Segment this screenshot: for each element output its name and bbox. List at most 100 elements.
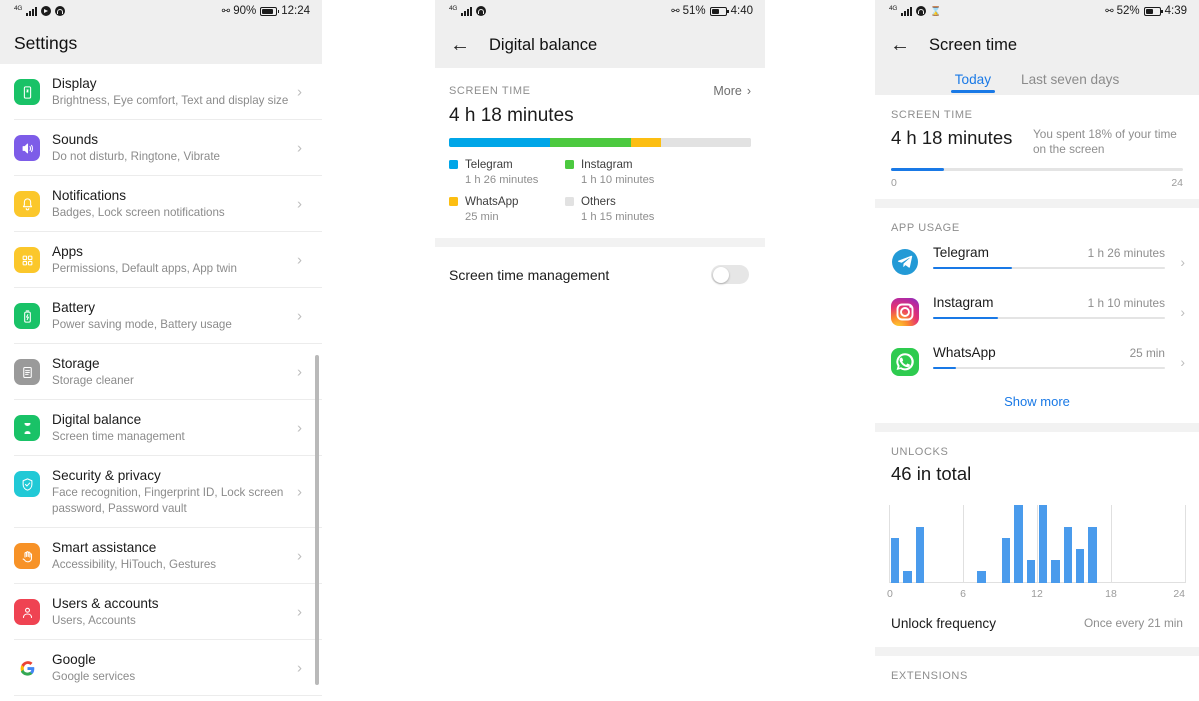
chevron-right-icon: › [746, 84, 751, 98]
statusbar-right: ⚯ 52% 4:39 [1105, 5, 1187, 17]
usage-segment-others [660, 138, 751, 147]
screen-time-note: You spent 18% of your time on the screen [1033, 127, 1177, 156]
screen-time-summary-card: SCREEN TIME 4 h 18 minutes You spent 18%… [875, 95, 1199, 199]
battery-percent-label: 52% [1116, 5, 1140, 17]
app-usage-main: Instagram 1 h 10 minutes [933, 295, 1183, 320]
chart-xtick-6: 6 [960, 587, 966, 600]
chart-bar [1038, 504, 1048, 583]
extensions-label: EXTENSIONS [891, 669, 968, 682]
chart-bar [903, 571, 912, 583]
page-title: Digital balance [489, 35, 598, 54]
section-divider [875, 198, 1199, 208]
app-usage-main: Telegram 1 h 26 minutes [933, 245, 1183, 270]
settings-item-apps[interactable]: Apps Permissions, Default apps, App twin › [14, 231, 322, 287]
app-usage-progress [933, 266, 1165, 270]
screen-time-card-header: SCREEN TIME More › [449, 84, 751, 98]
settings-item-text: Digital balance Screen time management [52, 411, 322, 445]
screen-time-progress [891, 168, 1183, 171]
chart-gridline-0 [889, 504, 890, 583]
chevron-right-icon: › [297, 363, 302, 380]
settings-item-subtitle: Do not disturb, Ringtone, Vibrate [52, 150, 220, 163]
legend-swatch-icon [449, 197, 458, 206]
whatsapp-icon [891, 347, 919, 376]
settings-item-title: Security & privacy [52, 468, 161, 483]
app-usage-head: Instagram 1 h 10 minutes [933, 295, 1165, 310]
key-icon: ⚯ [221, 5, 230, 17]
settings-item-display[interactable]: Display Brightness, Eye comfort, Text and… [14, 64, 322, 119]
settings-item-smart-assistance[interactable]: Smart assistance Accessibility, HiTouch, … [14, 527, 322, 583]
screentime-tabs: Today Last seven days [875, 68, 1199, 95]
screen-time-axis: 0 24 [891, 177, 1183, 189]
axis-min-label: 0 [891, 176, 897, 189]
settings-panel: 4G ⚯ 90% 12:24 Settings Display Brightnes… [0, 0, 322, 701]
balance-navbar: ← Digital balance [435, 22, 765, 68]
statusbar-left: 4G [449, 5, 487, 16]
legend-item-telegram: Telegram 1 h 26 minutes [449, 158, 565, 186]
users-accounts-icon [14, 599, 40, 625]
settings-item-users-accounts[interactable]: Users & accounts Users, Accounts › [14, 583, 322, 639]
page-title: Screen time [929, 35, 1018, 54]
headset-icon [476, 6, 487, 16]
settings-item-title: Smart assistance [52, 540, 157, 555]
settings-item-text: Google Google services [52, 651, 322, 685]
app-time: 1 h 10 minutes [1087, 295, 1165, 310]
settings-item-sounds[interactable]: Sounds Do not disturb, Ringtone, Vibrate › [14, 119, 322, 175]
tab-last-seven-days[interactable]: Last seven days [1019, 68, 1121, 95]
chevron-right-icon: › [1180, 353, 1185, 370]
show-more-button[interactable]: Show more [875, 384, 1199, 423]
battery-icon [709, 6, 729, 16]
app-usage-row-telegram[interactable]: Telegram 1 h 26 minutes › [891, 234, 1185, 284]
settings-list: Display Brightness, Eye comfort, Text and… [0, 64, 322, 701]
battery-percent-label: 90% [233, 5, 257, 17]
legend-item-name: Telegram [465, 158, 513, 171]
settings-scrollbar[interactable] [315, 355, 319, 685]
chevron-right-icon: › [297, 659, 302, 676]
legend-swatch-icon [449, 160, 458, 169]
settings-item-title: Digital balance [52, 412, 142, 427]
settings-item-storage[interactable]: Storage Storage cleaner › [14, 343, 322, 399]
settings-item-notifications[interactable]: Notifications Badges, Lock screen notific… [14, 175, 322, 231]
more-button[interactable]: More › [713, 84, 751, 98]
screen-time-management-toggle[interactable] [711, 265, 749, 284]
app-usage-row-whatsapp[interactable]: WhatsApp 25 min › [891, 334, 1185, 384]
screen-time-management-row[interactable]: Screen time management [435, 247, 765, 302]
settings-item-system[interactable]: SystemSystem navigation, Software update… [14, 695, 322, 701]
settings-item-digital-balance[interactable]: Digital balance Screen time management › [14, 399, 322, 455]
settings-item-text: Security & privacy Face recognition, Fing… [52, 467, 322, 517]
settings-item-subtitle: Face recognition, Fingerprint ID, Lock s… [52, 486, 284, 515]
chart-bar [1088, 526, 1097, 583]
app-time: 1 h 26 minutes [1087, 245, 1165, 260]
battery-icon [14, 303, 40, 329]
telegram-icon [891, 248, 919, 276]
unlock-frequency-value: Once every 21 min [1083, 616, 1183, 631]
google-icon [14, 655, 40, 681]
battery-icon [1143, 6, 1163, 16]
settings-item-text: Apps Permissions, Default apps, App twin [52, 243, 322, 277]
settings-item-subtitle: Storage cleaner [52, 374, 134, 387]
chart-bar [1001, 538, 1011, 583]
settings-item-security-privacy[interactable]: Security & privacy Face recognition, Fing… [14, 455, 322, 527]
chevron-right-icon: › [297, 195, 302, 212]
usage-segment-instagram [549, 138, 632, 147]
legend-item-value: 25 min [465, 211, 499, 223]
chart-xtick-18: 18 [1105, 587, 1117, 600]
settings-item-battery[interactable]: Battery Power saving mode, Battery usage › [14, 287, 322, 343]
chart-gridline-12 [1037, 504, 1038, 583]
settings-item-text: Storage Storage cleaner [52, 355, 322, 389]
chevron-right-icon: › [297, 139, 302, 156]
back-arrow-icon[interactable]: ← [449, 35, 471, 55]
app-usage-row-instagram[interactable]: Instagram 1 h 10 minutes › [891, 284, 1185, 334]
legend-item-value: 1 h 10 minutes [581, 174, 655, 186]
chevron-right-icon: › [1180, 253, 1185, 270]
settings-item-text: Sounds Do not disturb, Ringtone, Vibrate [52, 131, 322, 165]
legend-item-head: Telegram [449, 158, 565, 171]
settings-item-google[interactable]: Google Google services › [14, 639, 322, 695]
chart-gridline-18 [1111, 504, 1112, 583]
settings-item-subtitle: Power saving mode, Battery usage [52, 318, 232, 331]
back-arrow-icon[interactable]: ← [889, 35, 911, 55]
digital-balance-icon [14, 415, 40, 441]
app-usage-head: Telegram 1 h 26 minutes [933, 245, 1165, 260]
app-usage-main: WhatsApp 25 min [933, 345, 1183, 370]
tab-today[interactable]: Today [950, 68, 996, 95]
legend-item-name: Others [581, 195, 616, 208]
